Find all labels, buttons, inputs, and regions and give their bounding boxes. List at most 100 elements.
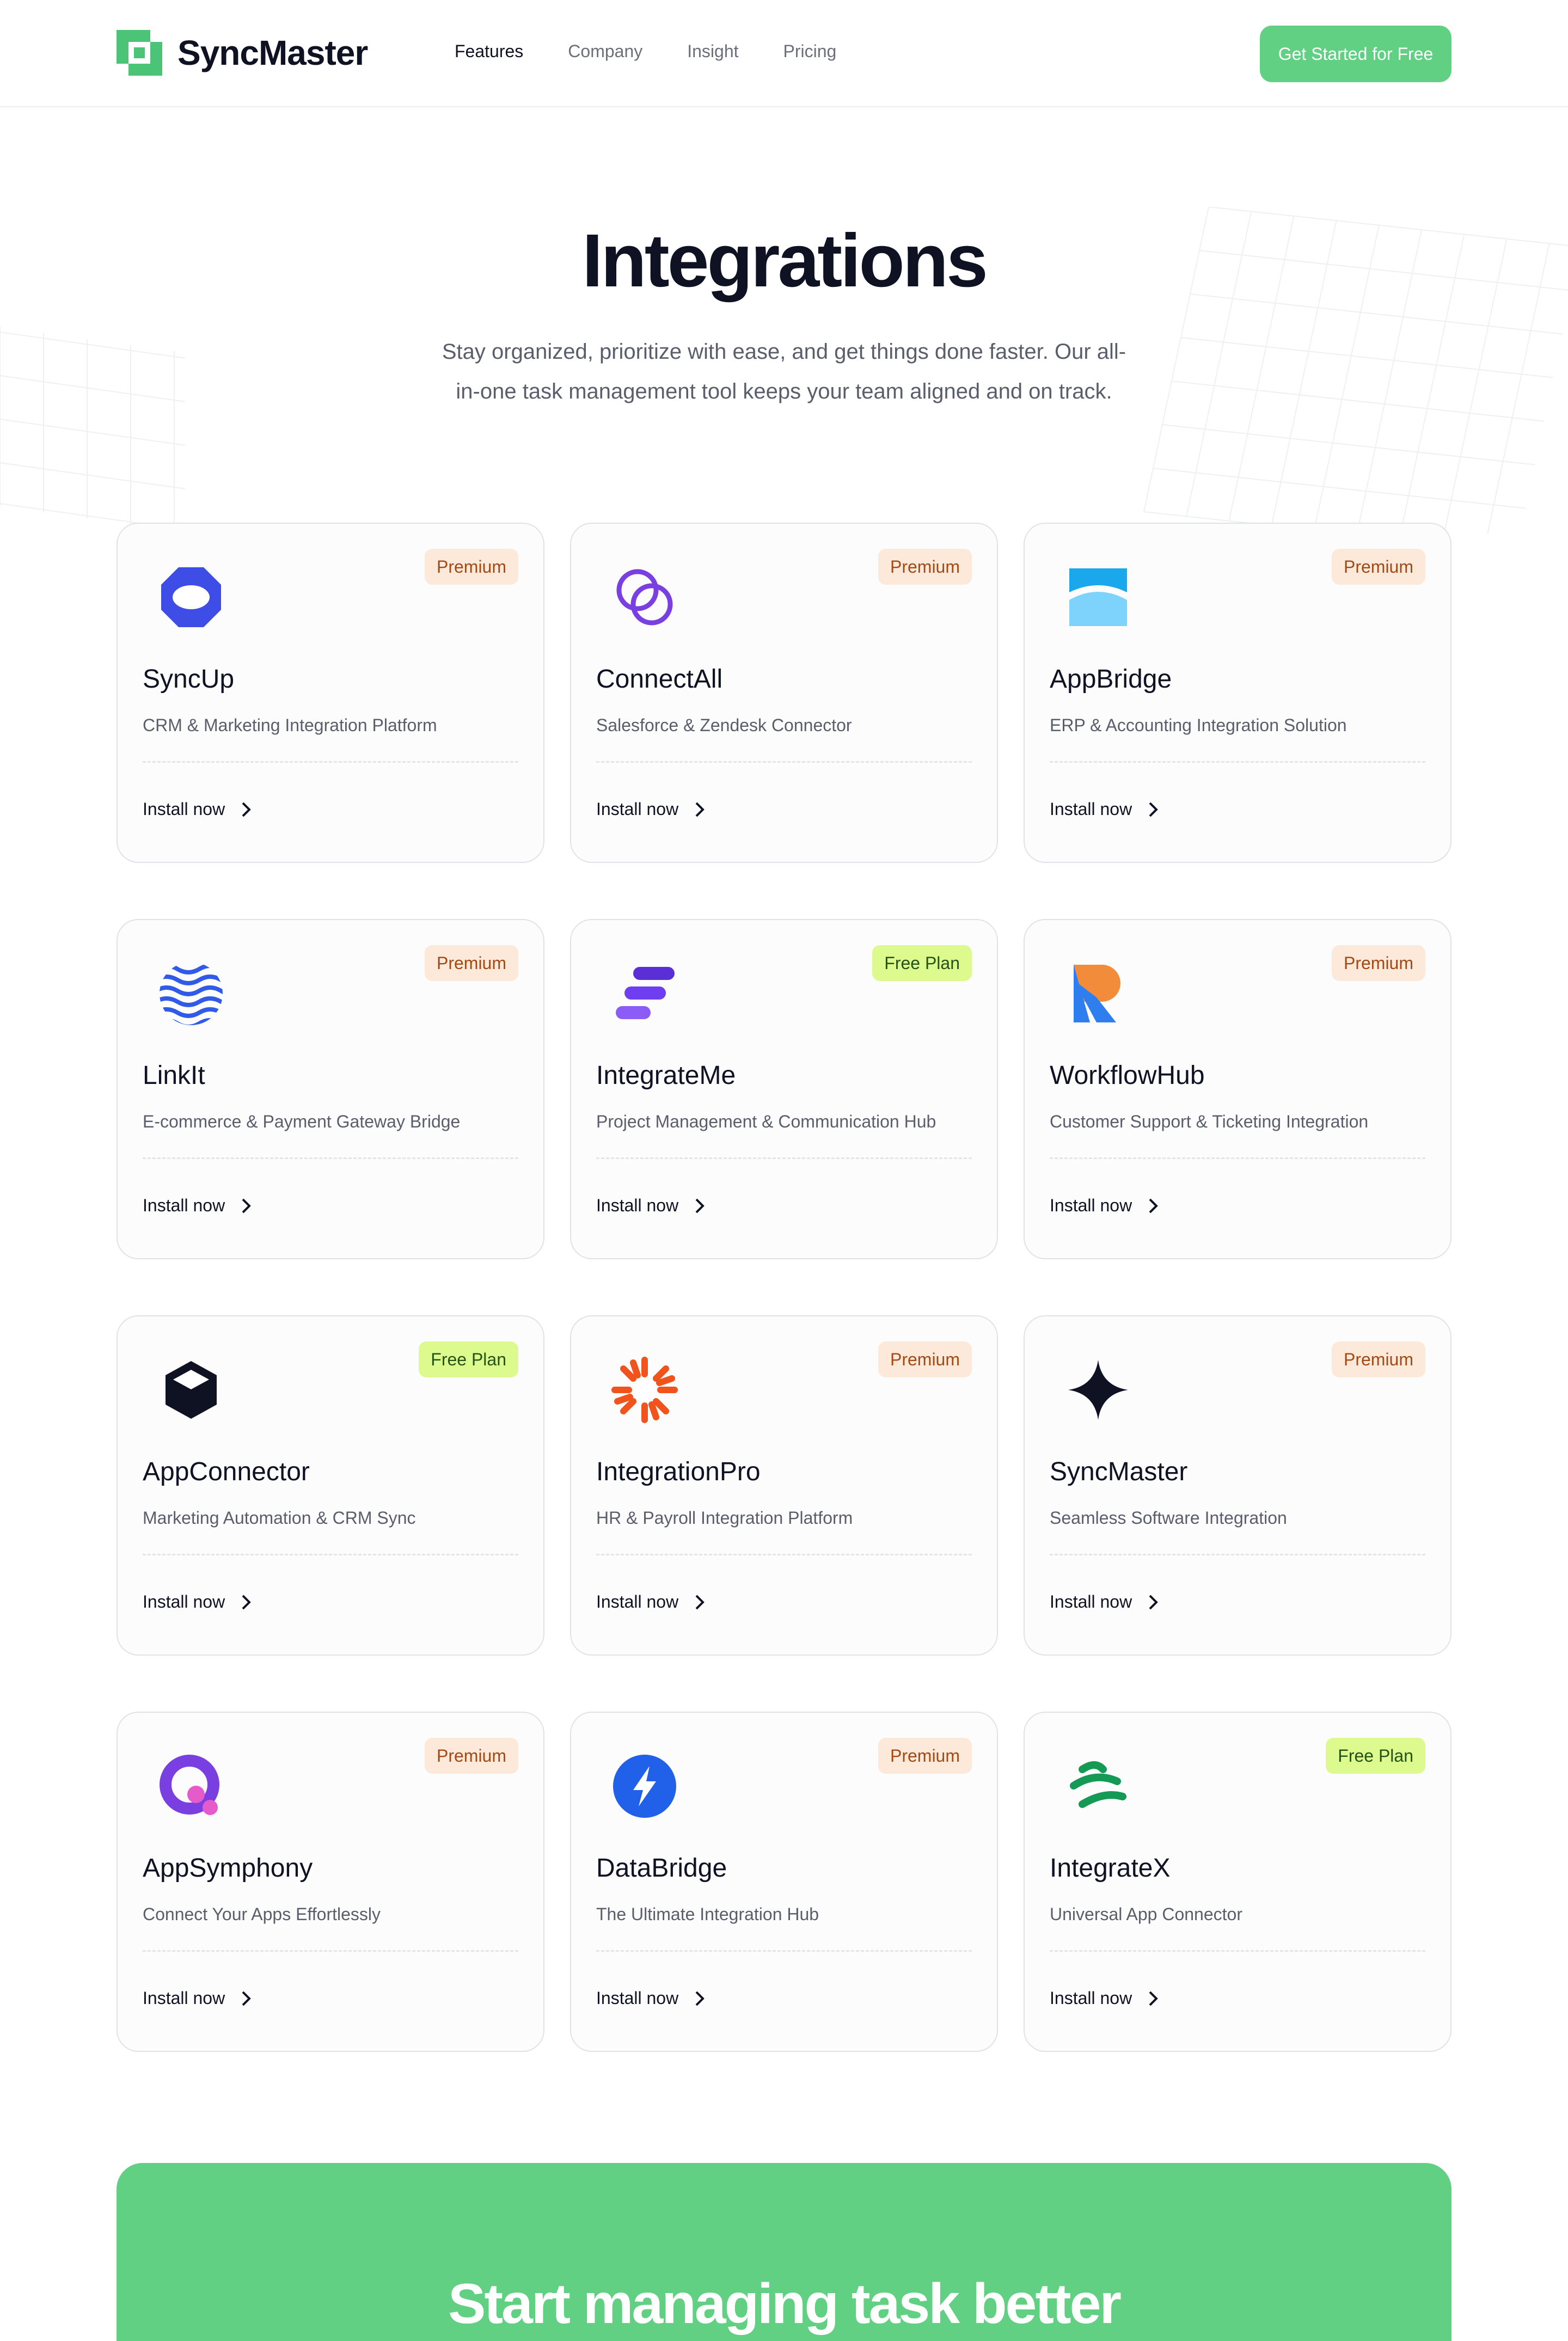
integration-card: Premium IntegrationPro HR & Payroll Inte… (570, 1315, 998, 1656)
plan-badge: Premium (878, 1738, 972, 1774)
lightning-bolt-icon (609, 1751, 680, 1822)
install-now-link[interactable]: Install now (143, 799, 252, 819)
card-divider (596, 1950, 972, 1952)
hexagon-ring-icon (156, 562, 226, 633)
integration-name: SyncMaster (1050, 1457, 1188, 1486)
install-now-link[interactable]: Install now (596, 799, 706, 819)
install-now-link[interactable]: Install now (1050, 1988, 1159, 2008)
install-now-link[interactable]: Install now (1050, 799, 1159, 819)
card-divider (1050, 1157, 1425, 1159)
install-now-label: Install now (1050, 1196, 1132, 1215)
integration-card: Free Plan IntegrateX Universal App Conne… (1024, 1712, 1451, 2052)
nav-link-features[interactable]: Features (455, 41, 523, 62)
four-point-star-icon (1063, 1355, 1134, 1425)
install-now-label: Install now (596, 1196, 679, 1215)
card-divider (1050, 1950, 1425, 1952)
integration-card: Free Plan IntegrateMe Project Management… (570, 919, 998, 1259)
install-now-link[interactable]: Install now (1050, 1592, 1159, 1612)
wave-globe-icon (156, 958, 226, 1029)
integration-name: LinkIt (143, 1061, 205, 1090)
card-divider (596, 761, 972, 763)
integration-name: AppBridge (1050, 665, 1172, 694)
install-now-label: Install now (596, 799, 679, 819)
plan-badge: Premium (424, 945, 518, 981)
integration-name: DataBridge (596, 1854, 727, 1883)
integration-name: IntegrationPro (596, 1457, 761, 1486)
chevron-right-icon (1149, 802, 1159, 817)
chevron-right-icon (695, 1595, 705, 1609)
integration-name: AppSymphony (143, 1854, 313, 1883)
install-now-label: Install now (1050, 1988, 1132, 2008)
install-now-link[interactable]: Install now (143, 1988, 252, 2008)
chevron-right-icon (695, 1198, 705, 1213)
brand-logo[interactable]: SyncMaster (117, 30, 368, 76)
integration-description: HR & Payroll Integration Platform (596, 1508, 853, 1528)
integration-description: Seamless Software Integration (1050, 1508, 1287, 1528)
integration-description: CRM & Marketing Integration Platform (143, 715, 437, 735)
left-grid-decoration (0, 327, 185, 531)
integration-name: SyncUp (143, 665, 235, 694)
card-divider (143, 1950, 518, 1952)
bridge-arc-icon (1063, 562, 1134, 633)
cta-banner-title: Start managing task better (448, 2272, 1122, 2336)
stacked-bars-icon (609, 958, 680, 1029)
install-now-link[interactable]: Install now (596, 1988, 706, 2008)
chevron-right-icon (695, 1991, 705, 2006)
integration-description: Project Management & Communication Hub (596, 1112, 936, 1131)
top-navbar: SyncMaster Features Company Insight Pric… (0, 0, 1568, 107)
nav-link-pricing[interactable]: Pricing (783, 41, 837, 62)
integrations-grid: Premium SyncUp CRM & Marketing Integrati… (117, 523, 1451, 2052)
integration-description: E-commerce & Payment Gateway Bridge (143, 1112, 461, 1131)
integration-card: Premium SyncUp CRM & Marketing Integrati… (117, 523, 544, 863)
integration-card: Premium ConnectAll Salesforce & Zendesk … (570, 523, 998, 863)
q-ring-icon (156, 1751, 226, 1822)
plan-badge: Premium (1331, 1341, 1425, 1377)
chevron-right-icon (242, 1198, 252, 1213)
install-now-label: Install now (143, 1988, 225, 2008)
plan-badge: Premium (878, 549, 972, 585)
plan-badge: Premium (1331, 945, 1425, 981)
plan-badge: Free Plan (872, 945, 972, 981)
integration-description: Marketing Automation & CRM Sync (143, 1508, 416, 1528)
integration-description: The Ultimate Integration Hub (596, 1904, 819, 1924)
chevron-right-icon (1149, 1595, 1159, 1609)
page-subtitle: Stay organized, prioritize with ease, an… (442, 340, 1126, 403)
sunburst-icon (609, 1355, 680, 1425)
integration-card: Premium WorkflowHub Customer Support & T… (1024, 919, 1451, 1259)
integration-name: WorkflowHub (1050, 1061, 1205, 1090)
nav-link-insight[interactable]: Insight (687, 41, 738, 62)
install-now-link[interactable]: Install now (596, 1592, 706, 1612)
chevron-right-icon (242, 1595, 252, 1609)
integration-card: Premium DataBridge The Ultimate Integrat… (570, 1712, 998, 2052)
chevron-right-icon (1149, 1991, 1159, 2006)
card-divider (143, 761, 518, 763)
integration-card: Premium SyncMaster Seamless Software Int… (1024, 1315, 1451, 1656)
integration-card: Free Plan AppConnector Marketing Automat… (117, 1315, 544, 1656)
brand-logo-icon (117, 30, 162, 76)
plan-badge: Free Plan (419, 1341, 518, 1377)
integration-description: Universal App Connector (1050, 1904, 1242, 1924)
get-started-button[interactable]: Get Started for Free (1260, 26, 1451, 82)
nav-links: Features Company Insight Pricing (455, 41, 881, 62)
install-now-label: Install now (596, 1988, 679, 2008)
plan-badge: Premium (878, 1341, 972, 1377)
install-now-link[interactable]: Install now (143, 1196, 252, 1216)
card-divider (1050, 1554, 1425, 1555)
integration-description: Salesforce & Zendesk Connector (596, 715, 852, 735)
install-now-link[interactable]: Install now (143, 1592, 252, 1612)
card-divider (1050, 761, 1425, 763)
chevron-right-icon (242, 1991, 252, 2006)
chevron-right-icon (242, 802, 252, 817)
integration-card: Premium AppBridge ERP & Accounting Integ… (1024, 523, 1451, 863)
install-now-link[interactable]: Install now (1050, 1196, 1159, 1216)
nav-link-company[interactable]: Company (568, 41, 642, 62)
install-now-link[interactable]: Install now (596, 1196, 706, 1216)
install-now-label: Install now (1050, 1592, 1132, 1611)
brand-name: SyncMaster (177, 33, 368, 72)
chevron-right-icon (695, 802, 705, 817)
plan-badge: Premium (424, 1738, 518, 1774)
plan-badge: Premium (424, 549, 518, 585)
linked-circles-icon (609, 562, 680, 633)
integration-description: Connect Your Apps Effortlessly (143, 1904, 381, 1924)
integration-description: ERP & Accounting Integration Solution (1050, 715, 1347, 735)
